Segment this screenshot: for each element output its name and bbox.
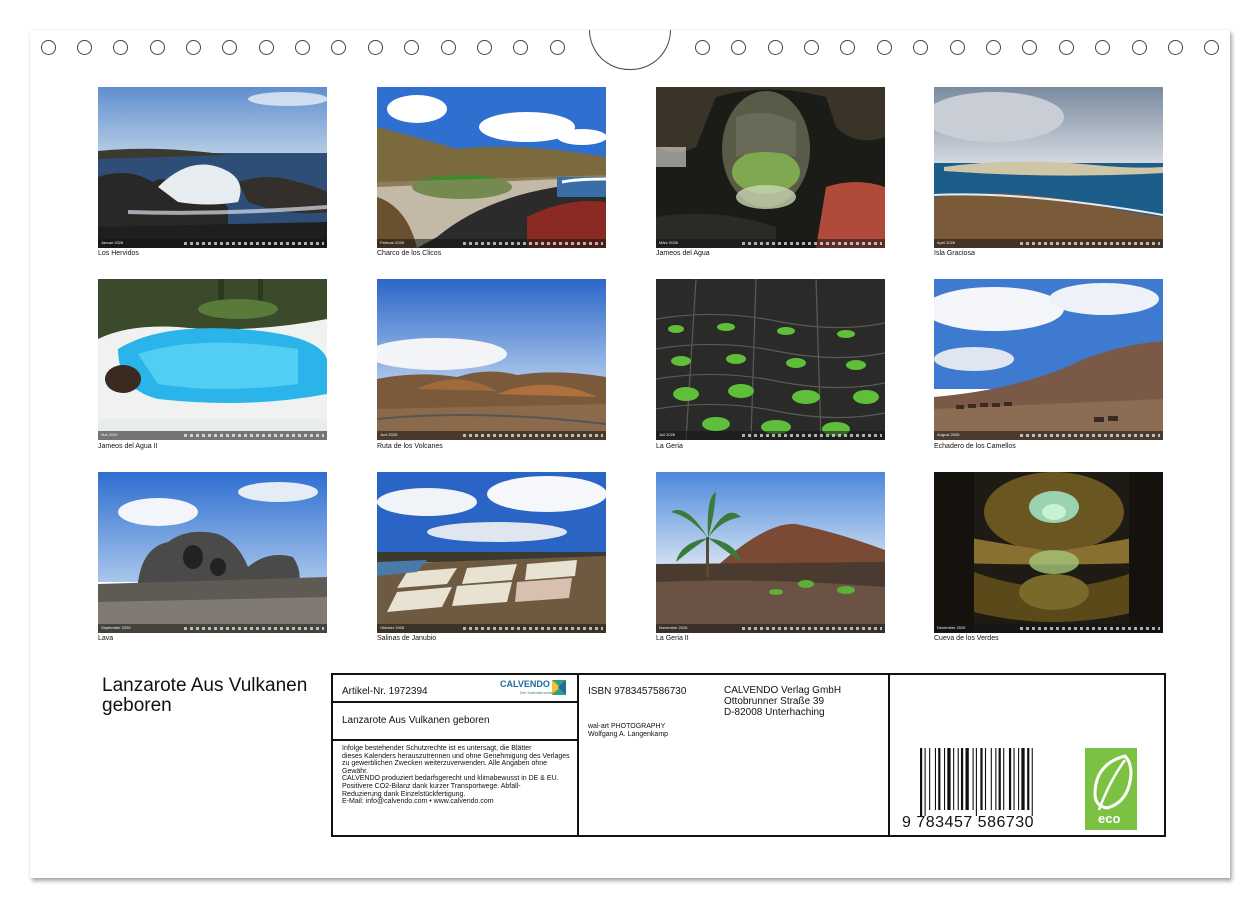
ean-barcode — [918, 748, 1050, 816]
author-line: Wolfgang A. Langenkamp — [588, 730, 669, 738]
author-line: wal-art PHOTOGRAPHY — [588, 723, 666, 730]
barcode-bar — [1003, 748, 1005, 810]
barcode-bar — [995, 748, 997, 810]
publisher-line: D-82008 Unterhaching — [724, 707, 825, 718]
ean-number: 9 783457 586730 — [902, 814, 1035, 831]
photo-charco-de-los-clicos: Februar 2026 — [377, 87, 606, 248]
barcode-bar — [960, 748, 964, 810]
photo-caption: Jameos del Agua — [656, 250, 710, 257]
legal-notice: Infolge bestehender Schutzrechte ist es … — [342, 745, 578, 806]
photo-echadero-de-los-camellos: August 2026 — [934, 279, 1163, 440]
photo-caption: La Geria II — [656, 635, 689, 642]
publisher-line: CALVENDO Verlag GmbH — [724, 685, 842, 696]
isbn: ISBN 9783457586730 — [588, 686, 687, 697]
barcode-bar — [929, 748, 931, 810]
photo-isla-graciosa: April 2026 — [934, 87, 1163, 248]
eco-label: eco — [1098, 811, 1121, 826]
legal-line: zu gewerblichen Zwecken weiterzuverwende… — [342, 760, 548, 768]
photo-caption: La Geria — [656, 443, 683, 450]
barcode-bar — [984, 748, 987, 810]
calvendo-brand-subtext: Der Kalenderverlag — [520, 690, 555, 695]
barcode-bar — [1013, 748, 1015, 810]
publisher-address: CALVENDO Verlag GmbH Ottobrunner Straße … — [724, 685, 841, 718]
barcode-bar — [953, 748, 955, 810]
barcode-bar — [1027, 748, 1030, 810]
photo-salinas-de-janubio: Oktober 2026 — [377, 472, 606, 633]
barcode-bar — [938, 748, 941, 810]
photo-caption: Echadero de los Camellos — [934, 443, 1016, 450]
photo-lava: September 2026 — [98, 472, 327, 633]
photo-caption: Ruta de los Volcanes — [377, 443, 443, 450]
photo-caption: Lava — [98, 635, 114, 642]
photo-los-hervidos: Januar 2026 — [98, 87, 327, 248]
barcode-bar — [980, 748, 983, 810]
publisher-line: Ottobrunner Straße 39 — [724, 696, 825, 707]
legal-line: Reduzierung dank Einzelstückfertigung. — [342, 790, 466, 798]
photo-jameos-del-agua-ii: Mai 2026 — [98, 279, 327, 440]
legal-line: CALVENDO produziert bedarfsgerecht und k… — [342, 775, 559, 783]
barcode-bar — [965, 748, 969, 810]
barcode-bar — [1018, 748, 1020, 810]
calvendo-logo: CALVENDO Der Kalenderverlag — [500, 679, 568, 697]
photo-la-geria: Juli 2026 — [656, 279, 885, 440]
barcode-bar — [957, 748, 959, 810]
photo-jameos-del-agua: März 2026 — [656, 87, 885, 248]
barcode-bar — [947, 748, 951, 810]
photo-caption: Los Hervidos — [98, 250, 139, 257]
barcode-bar — [1031, 748, 1033, 816]
legal-line: Gewähr. — [342, 767, 369, 775]
photo-caption: Isla Graciosa — [934, 250, 975, 257]
photo-caption: Charco de los Clicos — [377, 250, 442, 257]
photo-cueva-de-los-verdes: Dezember 2026 — [934, 472, 1163, 633]
barcode-bar — [1008, 748, 1012, 810]
barcode-bar — [1021, 748, 1025, 810]
photo-caption: Cueva de los Verdes — [934, 635, 999, 642]
barcode-bar — [934, 748, 936, 810]
barcode-bar — [924, 748, 926, 816]
barcode-bar — [944, 748, 946, 810]
barcode-bar — [990, 748, 992, 810]
photo-ruta-de-los-volcanes: Juni 2026 — [377, 279, 606, 440]
author: wal-art PHOTOGRAPHY Wolfgang A. Langenka… — [588, 723, 668, 738]
article-number: Artikel-Nr. 1972394 — [342, 686, 428, 697]
photo-caption: Salinas de Janubio — [377, 635, 437, 642]
barcode-bar — [975, 748, 977, 816]
legal-line: Positivere CO2-Bilanz dank kurzer Transp… — [342, 782, 521, 790]
barcode-bar — [972, 748, 974, 810]
calvendo-brand-text: CALVENDO — [500, 679, 550, 689]
barcode-bar — [998, 748, 1001, 810]
barcode-bar — [920, 748, 923, 816]
calendar-info-title: Lanzarote Aus Vulkanen geboren — [342, 715, 490, 726]
eco-badge: eco — [1085, 748, 1137, 830]
photo-caption: Jameos del Agua II — [98, 443, 158, 450]
calendar-title: Lanzarote Aus Vulkanen geboren — [102, 675, 308, 716]
photo-la-geria-ii: November 2026 — [656, 472, 885, 633]
legal-line: Infolge bestehender Schutzrechte ist es … — [342, 745, 532, 752]
legal-line: E-Mail: info@calvendo.com • www.calvendo… — [342, 798, 494, 806]
legal-line: dieses Kalenders herauszutrennen und ohn… — [342, 752, 570, 760]
